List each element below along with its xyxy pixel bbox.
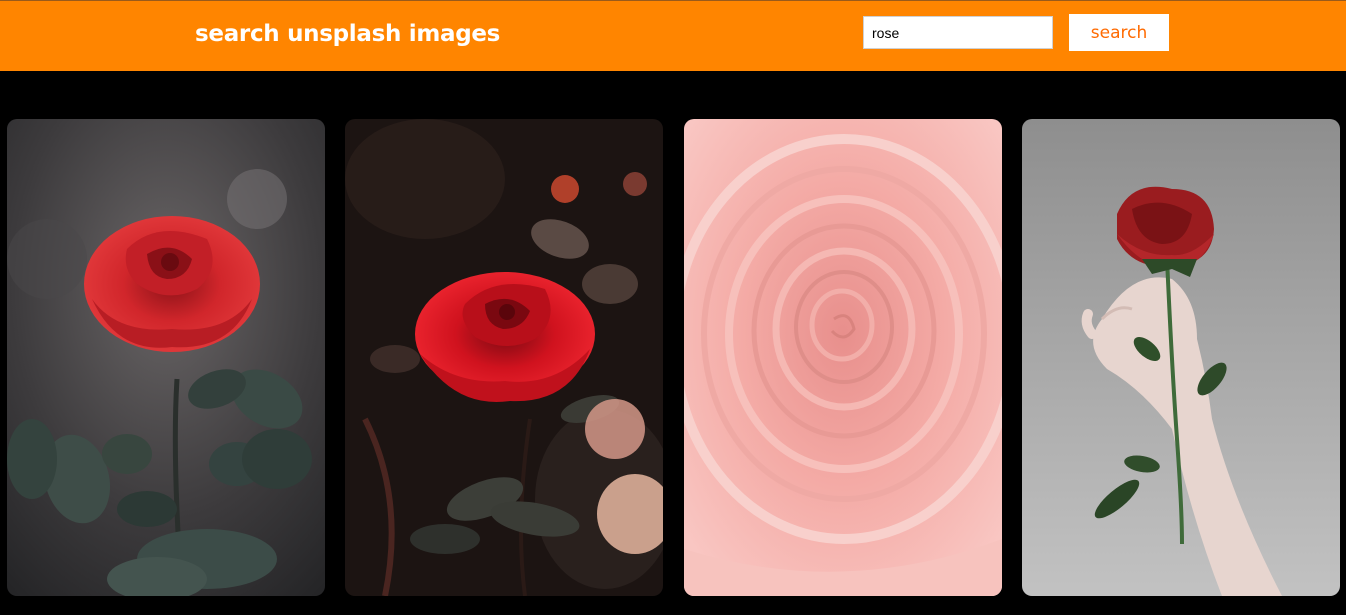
rose-image xyxy=(1022,119,1340,596)
rose-image xyxy=(684,119,1002,596)
rose-image xyxy=(7,119,325,596)
image-card[interactable] xyxy=(1022,119,1340,596)
image-gallery xyxy=(0,119,1346,596)
rose-image xyxy=(345,119,663,596)
image-card[interactable] xyxy=(7,119,325,596)
image-card[interactable] xyxy=(345,119,663,596)
image-card[interactable] xyxy=(684,119,1002,596)
search-button[interactable]: search xyxy=(1069,14,1169,51)
page-title: search unsplash images xyxy=(195,21,501,47)
search-input[interactable] xyxy=(863,16,1053,49)
